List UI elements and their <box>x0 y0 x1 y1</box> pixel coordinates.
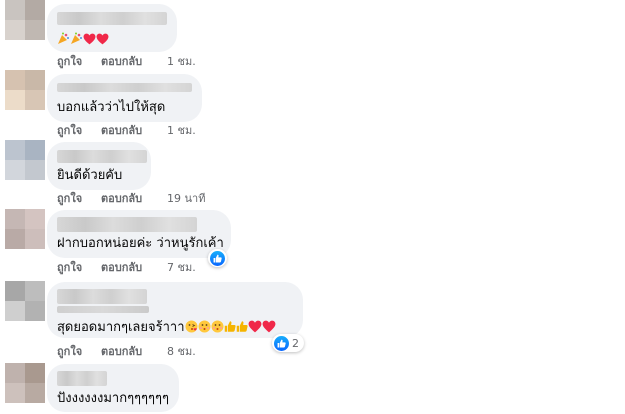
comment-timestamp[interactable]: 19 นาที <box>167 192 205 206</box>
thumbs-up-icon <box>236 321 248 332</box>
comment-bubble: ยินดีด้วยคับ <box>47 142 151 190</box>
heart-icon <box>83 33 96 45</box>
kiss-face-icon <box>198 320 210 333</box>
kiss-face-icon <box>211 320 223 333</box>
party-popper-icon <box>71 32 82 44</box>
comment-text: บอกแล้วว่าไปให้สุด <box>57 100 166 115</box>
comment-actions: ถูกใจ ตอบกลับ 8 ชม. <box>57 345 257 359</box>
comment-text: ฝากบอกหน่อยค่ะ ว่าหนูรักเค้า <box>57 236 224 251</box>
comment-emojis <box>57 32 109 48</box>
comment-bubble: บอกแล้วว่าไปให้สุด <box>47 74 202 122</box>
comment-bubble: ฝากบอกหน่อยค่ะ ว่าหนูรักเค้า <box>47 210 231 258</box>
avatar[interactable] <box>5 140 45 180</box>
like-link[interactable]: ถูกใจ <box>57 55 82 69</box>
reply-link[interactable]: ตอบกลับ <box>101 124 142 138</box>
comment-timestamp[interactable]: 1 ชม. <box>167 124 196 138</box>
comment-text: ยินดีด้วยคับ <box>57 168 123 183</box>
comment-actions: ถูกใจ ตอบกลับ 7 ชม. <box>57 261 257 275</box>
reply-link[interactable]: ตอบกลับ <box>101 55 142 69</box>
avatar[interactable] <box>5 209 45 249</box>
reply-link[interactable]: ตอบกลับ <box>101 192 142 206</box>
author-name-blurred[interactable] <box>57 12 167 25</box>
like-link[interactable]: ถูกใจ <box>57 261 82 275</box>
author-name-blurred[interactable] <box>57 371 107 386</box>
reaction-count: 2 <box>292 336 299 350</box>
comment-actions: ถูกใจ ตอบกลับ 1 ชม. <box>57 55 257 69</box>
heart-icon <box>262 320 275 333</box>
comment-actions: ถูกใจ ตอบกลับ 1 ชม. <box>57 124 257 138</box>
like-link[interactable]: ถูกใจ <box>57 192 82 206</box>
like-icon <box>274 335 289 351</box>
reply-link[interactable]: ตอบกลับ <box>101 261 142 275</box>
party-popper-icon <box>58 32 69 44</box>
author-name-blurred[interactable] <box>57 217 197 232</box>
avatar[interactable] <box>5 0 45 40</box>
thumbs-up-icon <box>224 321 236 332</box>
like-link[interactable]: ถูกใจ <box>57 345 82 359</box>
comment-timestamp[interactable]: 8 ชม. <box>167 345 196 359</box>
author-name-blurred[interactable] <box>57 150 147 163</box>
avatar[interactable] <box>5 363 45 403</box>
avatar[interactable] <box>5 70 45 110</box>
heart-icon <box>96 33 109 45</box>
reply-link[interactable]: ตอบกลับ <box>101 345 142 359</box>
avatar[interactable] <box>5 281 45 321</box>
like-link[interactable]: ถูกใจ <box>57 124 82 138</box>
comment-actions: ถูกใจ ตอบกลับ 19 นาที <box>57 192 257 206</box>
heart-icon <box>248 320 261 333</box>
comment-text: ปังงงงงงมากๆๆๆๆๆๆ <box>57 391 169 406</box>
comment-timestamp[interactable]: 7 ชม. <box>167 261 196 275</box>
author-subtitle-blurred <box>57 306 149 313</box>
kiss-face-icon <box>185 320 197 333</box>
author-name-blurred[interactable] <box>57 83 192 92</box>
comment-bubble: สุดยอดมากๆเลยจร้าาา <box>47 282 303 338</box>
comment-bubble: ปังงงงงงมากๆๆๆๆๆๆ <box>47 364 179 412</box>
author-name-blurred[interactable] <box>57 289 147 304</box>
comment-timestamp[interactable]: 1 ชม. <box>167 55 196 69</box>
reaction-summary[interactable]: 2 <box>272 334 304 352</box>
comment-text-with-emojis: สุดยอดมากๆเลยจร้าาา <box>57 320 276 336</box>
comment-text: สุดยอดมากๆเลยจร้าาา <box>57 320 185 335</box>
comment-bubble <box>47 4 177 52</box>
